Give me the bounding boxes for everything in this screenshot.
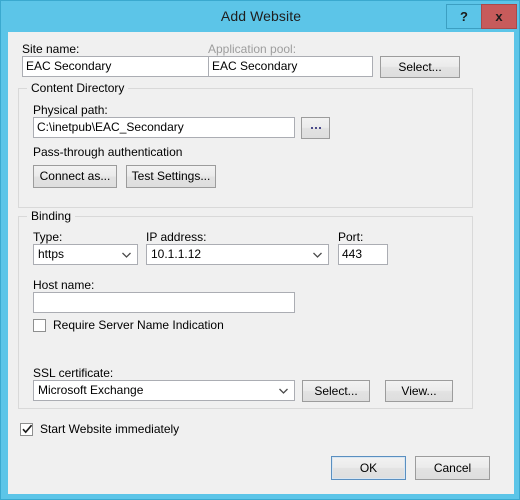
binding-ip-label: IP address: xyxy=(146,230,207,244)
binding-port-label: Port: xyxy=(338,230,364,244)
browse-path-button[interactable] xyxy=(301,117,330,139)
binding-type-label: Type: xyxy=(33,230,63,244)
ok-button-label: OK xyxy=(359,461,378,475)
content-directory-group-title: Content Directory xyxy=(27,81,129,95)
start-website-checkbox-row[interactable]: Start Website immediately xyxy=(20,422,179,436)
host-name-label: Host name: xyxy=(33,278,95,292)
binding-ip-value: 10.1.1.12 xyxy=(151,247,202,261)
binding-group-title: Binding xyxy=(27,209,76,223)
require-sni-label: Require Server Name Indication xyxy=(53,318,224,332)
application-pool-input[interactable]: EAC Secondary xyxy=(208,56,373,77)
binding-ip-combo[interactable]: 10.1.1.12 xyxy=(146,244,329,265)
ok-button[interactable]: OK xyxy=(331,456,406,480)
test-settings-button[interactable]: Test Settings... xyxy=(126,165,216,188)
start-website-label: Start Website immediately xyxy=(40,422,180,436)
application-pool-label: Application pool: xyxy=(208,42,297,56)
connect-as-button-label: Connect as... xyxy=(39,169,111,183)
titlebar-button-group: ? x xyxy=(446,4,517,29)
help-button[interactable]: ? xyxy=(446,4,482,29)
require-sni-checkbox-row[interactable]: Require Server Name Indication xyxy=(33,318,224,332)
test-settings-button-label: Test Settings... xyxy=(131,169,211,183)
add-website-dialog: Add Website ? x Site name: EAC Secondary… xyxy=(0,0,520,500)
ssl-view-button[interactable]: View... xyxy=(385,380,453,402)
application-pool-select-button-label: Select... xyxy=(398,60,442,74)
chevron-down-icon xyxy=(311,245,323,264)
close-button[interactable]: x xyxy=(481,4,517,29)
physical-path-label: Physical path: xyxy=(33,103,108,117)
ssl-select-button[interactable]: Select... xyxy=(302,380,370,402)
ssl-certificate-label: SSL certificate: xyxy=(33,366,114,380)
site-name-label: Site name: xyxy=(22,42,80,56)
ssl-certificate-value: Microsoft Exchange xyxy=(38,383,144,397)
binding-type-combo[interactable]: https xyxy=(33,244,138,265)
title-bar: Add Website ? x xyxy=(1,1,519,32)
start-website-checkbox[interactable] xyxy=(20,422,33,436)
cancel-button[interactable]: Cancel xyxy=(415,456,490,480)
ssl-select-button-label: Select... xyxy=(314,384,358,398)
dialog-client-area: Site name: EAC Secondary Application poo… xyxy=(8,32,514,494)
chevron-down-icon xyxy=(120,245,132,264)
dialog-title: Add Website xyxy=(220,8,302,24)
binding-port-input[interactable]: 443 xyxy=(338,244,388,265)
ellipsis-icon xyxy=(302,118,329,138)
physical-path-input[interactable]: C:\inetpub\EAC_Secondary xyxy=(33,117,295,138)
cancel-button-label: Cancel xyxy=(433,461,472,475)
ssl-view-button-label: View... xyxy=(401,384,437,398)
ssl-certificate-combo[interactable]: Microsoft Exchange xyxy=(33,380,295,401)
require-sni-checkbox[interactable] xyxy=(33,318,46,332)
site-name-input[interactable]: EAC Secondary xyxy=(22,56,212,77)
host-name-input[interactable] xyxy=(33,292,295,313)
binding-type-value: https xyxy=(38,247,65,261)
chevron-down-icon xyxy=(277,381,289,400)
passthrough-authentication-text: Pass-through authentication xyxy=(33,145,183,159)
application-pool-select-button[interactable]: Select... xyxy=(380,56,460,78)
connect-as-button[interactable]: Connect as... xyxy=(33,165,117,188)
